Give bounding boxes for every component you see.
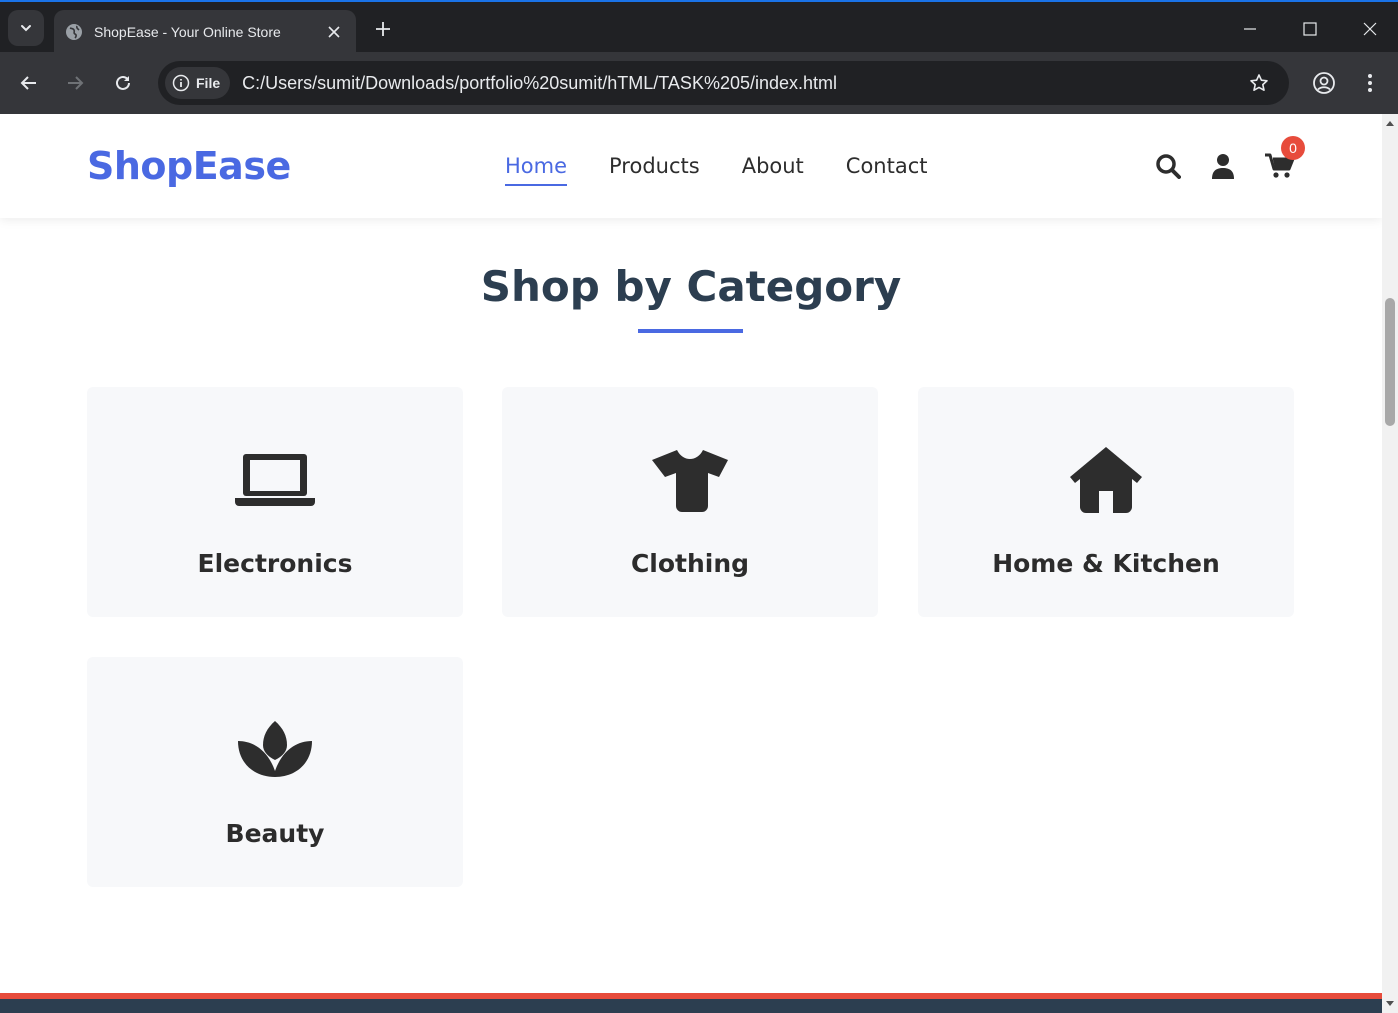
page-viewport: ShopEase Home Products About Contact 0 S…	[0, 114, 1382, 1013]
url-text[interactable]: C:/Users/sumit/Downloads/portfolio%20sum…	[242, 73, 1245, 94]
close-window-button[interactable]	[1355, 14, 1385, 44]
nav-link-home[interactable]: Home	[505, 154, 568, 186]
category-label: Electronics	[197, 549, 353, 578]
minimize-icon	[1244, 28, 1256, 30]
main-nav: Home Products About Contact	[505, 154, 970, 186]
category-card-home-kitchen[interactable]: Home & Kitchen	[918, 387, 1294, 617]
profile-button[interactable]	[1308, 67, 1340, 99]
site-header: ShopEase Home Products About Contact 0	[0, 114, 1382, 218]
footer	[0, 999, 1382, 1013]
address-bar[interactable]: File C:/Users/sumit/Downloads/portfolio%…	[158, 61, 1289, 105]
tab-search-button[interactable]	[8, 10, 44, 46]
cart-count-badge: 0	[1281, 136, 1305, 160]
new-tab-button[interactable]	[370, 16, 396, 42]
forward-button[interactable]	[59, 67, 91, 99]
profile-icon	[1313, 72, 1335, 94]
category-label: Beauty	[225, 819, 325, 848]
minimize-button[interactable]	[1235, 14, 1265, 44]
section-title: Shop by Category	[480, 262, 902, 311]
page-scrollbar[interactable]	[1382, 114, 1398, 1013]
scroll-up-arrow-icon[interactable]	[1385, 118, 1395, 128]
arrow-right-icon	[68, 76, 84, 90]
browser-tab[interactable]: ShopEase - Your Online Store	[54, 10, 356, 54]
globe-icon	[65, 23, 83, 41]
maximize-icon	[1303, 22, 1317, 36]
plus-icon	[376, 22, 390, 36]
tab-title: ShopEase - Your Online Store	[94, 24, 281, 40]
site-info-chip[interactable]: File	[165, 67, 231, 99]
maximize-button[interactable]	[1295, 14, 1325, 44]
home-icon	[918, 445, 1294, 515]
browser-titlebar: ShopEase - Your Online Store	[0, 0, 1398, 54]
category-card-electronics[interactable]: Electronics	[87, 387, 463, 617]
close-icon	[1363, 22, 1377, 36]
close-tab-icon[interactable]	[324, 22, 344, 42]
scroll-thumb[interactable]	[1385, 298, 1395, 426]
spa-icon	[87, 715, 463, 785]
nav-link-contact[interactable]: Contact	[846, 154, 928, 186]
category-card-clothing[interactable]: Clothing	[502, 387, 878, 617]
site-logo[interactable]: ShopEase	[87, 144, 291, 188]
site-chip-label: File	[196, 75, 221, 91]
laptop-icon	[87, 445, 463, 515]
scroll-down-arrow-icon[interactable]	[1385, 999, 1395, 1009]
reload-button[interactable]	[107, 67, 139, 99]
info-icon	[172, 74, 190, 92]
back-button[interactable]	[13, 67, 45, 99]
nav-link-products[interactable]: Products	[609, 154, 700, 186]
category-label: Home & Kitchen	[992, 549, 1220, 578]
nav-link-about[interactable]: About	[742, 154, 804, 186]
user-icon[interactable]	[1208, 151, 1238, 181]
kebab-menu-icon	[1368, 74, 1372, 92]
bookmark-star-icon[interactable]	[1245, 69, 1273, 97]
category-card-beauty[interactable]: Beauty	[87, 657, 463, 887]
chevron-down-icon	[21, 25, 31, 32]
reload-icon	[116, 75, 130, 90]
category-label: Clothing	[630, 549, 750, 578]
arrow-left-icon	[20, 76, 36, 90]
title-underline	[638, 329, 743, 333]
browser-toolbar: File C:/Users/sumit/Downloads/portfolio%…	[0, 52, 1398, 114]
search-icon[interactable]	[1153, 151, 1183, 181]
tshirt-icon	[502, 445, 878, 515]
browser-menu-button[interactable]	[1354, 67, 1386, 99]
